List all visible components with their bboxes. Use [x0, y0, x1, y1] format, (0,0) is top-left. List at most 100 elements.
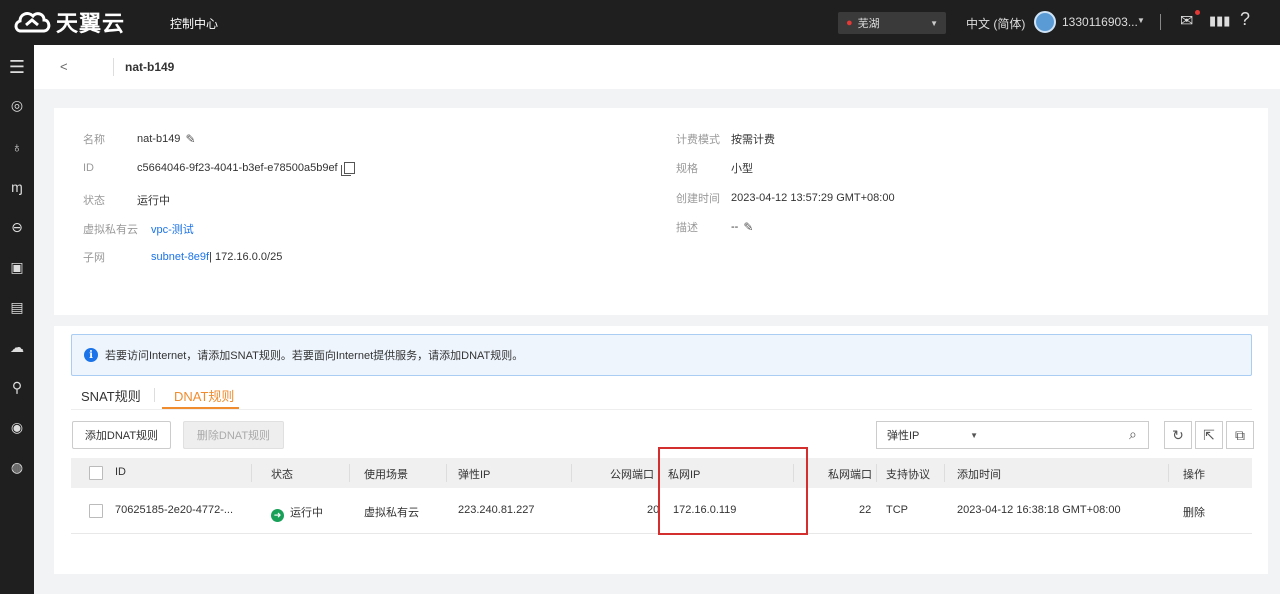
server-icon[interactable]: ▣	[0, 255, 34, 279]
stats-icon[interactable]: ▮▮▮	[1209, 13, 1230, 29]
col-scenario[interactable]: 使用场景	[364, 466, 408, 482]
id-row: ID c5664046-9f23-4041-b3ef-e78500a5b9ef	[83, 162, 355, 176]
column-divider	[571, 464, 572, 482]
menu-icon[interactable]: ☰	[0, 55, 34, 79]
add-dnat-rule-button[interactable]: 添加DNAT规则	[72, 421, 171, 449]
col-protocol[interactable]: 支持协议	[886, 466, 930, 482]
col-id[interactable]: ID	[115, 466, 126, 478]
description-value: --	[731, 221, 739, 233]
column-divider	[446, 464, 447, 482]
breadcrumb: < nat-b149	[34, 45, 1280, 89]
row-scenario: 虚拟私有云	[364, 507, 419, 519]
network-icon[interactable]: ♁	[0, 135, 34, 159]
refresh-button[interactable]: ↻	[1164, 421, 1192, 449]
security-icon[interactable]: ⚲	[0, 375, 34, 399]
col-public-port[interactable]: 公网端口	[610, 466, 654, 482]
name-value: nat-b149	[137, 133, 181, 145]
divider	[113, 58, 114, 76]
search-icon[interactable]: ⌕	[1129, 426, 1137, 443]
region-selector[interactable]: ● 芜湖 ▼	[838, 12, 946, 34]
tab-snat[interactable]: SNAT规则	[81, 386, 141, 405]
delete-dnat-rule-button[interactable]: 删除DNAT规则	[183, 421, 284, 449]
row-delete-link[interactable]: 删除	[1183, 504, 1205, 520]
divider	[1160, 14, 1161, 30]
cloud-icon[interactable]: ☁	[0, 335, 34, 359]
region-label: 芜湖	[857, 18, 880, 30]
edit-icon[interactable]: ✎	[185, 132, 195, 146]
row-eip: 223.240.81.227	[458, 504, 535, 516]
chevron-down-icon: ▼	[970, 430, 978, 440]
created-value: 2023-04-12 13:57:29 GMT+08:00	[731, 192, 895, 204]
cluster-icon[interactable]: ɱ	[0, 175, 34, 199]
info-notice: i 若要访问Internet，请添加SNAT规则。若要面向Internet提供服…	[71, 334, 1252, 376]
spec-row: 规格 小型	[676, 160, 753, 176]
row-protocol: TCP	[886, 504, 908, 516]
row-status: ➜ 运行中	[271, 504, 323, 522]
row-status-text: 运行中	[290, 507, 323, 519]
mail-icon[interactable]: ✉	[1180, 11, 1193, 31]
language-selector[interactable]: 中文 (简体)	[966, 15, 1025, 32]
disk-icon[interactable]: ⊖	[0, 215, 34, 239]
database-icon[interactable]: ◍	[0, 455, 34, 479]
subnet-link[interactable]: subnet-8e9f	[151, 251, 209, 263]
copy-icon[interactable]	[340, 162, 355, 176]
cloud-logo-icon	[14, 12, 51, 33]
row-checkbox[interactable]	[89, 504, 103, 518]
console-link[interactable]: 控制中心	[170, 15, 218, 32]
row-id: 70625185-2e20-4772-...	[115, 504, 234, 516]
vpc-row: 虚拟私有云 vpc-测试	[83, 221, 194, 237]
chevron-down-icon: ▼	[930, 18, 938, 28]
search-input[interactable]	[988, 421, 1149, 449]
nat-info-card: 名称 nat-b149 ✎ ID c5664046-9f23-4041-b3ef…	[54, 108, 1268, 315]
col-eip[interactable]: 弹性IP	[458, 466, 490, 482]
help-icon[interactable]: ?	[1240, 9, 1250, 30]
description-label: 描述	[676, 222, 698, 234]
column-divider	[349, 464, 350, 482]
running-status-icon: ➜	[271, 509, 284, 522]
billing-value: 按需计费	[731, 134, 775, 146]
private-ip-highlight	[658, 447, 808, 535]
tab-dnat[interactable]: DNAT规则	[174, 386, 234, 405]
col-private-port[interactable]: 私网端口	[828, 466, 872, 482]
status-label: 状态	[83, 195, 105, 207]
created-label: 创建时间	[676, 193, 720, 205]
chevron-down-icon[interactable]: ▼	[1137, 16, 1145, 25]
col-status[interactable]: 状态	[271, 466, 293, 482]
col-created[interactable]: 添加时间	[957, 466, 1001, 482]
notice-text: 若要访问Internet，请添加SNAT规则。若要面向Internet提供服务，…	[105, 350, 524, 362]
col-action: 操作	[1183, 469, 1205, 481]
storage-icon[interactable]: ◉	[0, 415, 34, 439]
filter-select[interactable]: 弹性IP ▼	[876, 421, 989, 449]
status-value: 运行中	[137, 195, 170, 207]
vpc-link[interactable]: vpc-测试	[151, 221, 194, 237]
subnet-label: 子网	[83, 252, 105, 264]
edit-icon[interactable]: ✎	[743, 220, 753, 234]
back-icon[interactable]: <	[60, 59, 68, 74]
select-all-checkbox[interactable]	[89, 466, 103, 480]
subnet-cidr: | 172.16.0.0/25	[209, 251, 283, 263]
user-account[interactable]: 1330116903...	[1062, 15, 1138, 29]
column-divider	[944, 464, 945, 482]
refresh-icon: ↻	[1172, 426, 1184, 443]
divider	[154, 388, 155, 402]
info-icon: i	[84, 348, 98, 362]
export-button[interactable]: ⇱	[1195, 421, 1223, 449]
billing-row: 计费模式 按需计费	[676, 131, 775, 147]
logo[interactable]: 天翼云	[12, 6, 125, 38]
subnet-row: 子网 subnet-8e9f | 172.16.0.0/25	[83, 249, 282, 265]
tab-bar-line	[71, 409, 1252, 410]
avatar[interactable]	[1034, 11, 1056, 33]
id-label: ID	[83, 162, 94, 174]
billing-label: 计费模式	[676, 134, 720, 146]
settings-button[interactable]: ⧉	[1226, 421, 1254, 449]
cloud-service-icon[interactable]: ◎	[0, 93, 34, 117]
document-icon[interactable]: ▤	[0, 295, 34, 319]
vpc-label: 虚拟私有云	[83, 224, 138, 236]
row-created: 2023-04-12 16:38:18 GMT+08:00	[957, 504, 1121, 516]
status-row: 状态 运行中	[83, 192, 170, 208]
column-divider	[251, 464, 252, 482]
created-row: 创建时间 2023-04-12 13:57:29 GMT+08:00	[676, 190, 895, 206]
spec-value: 小型	[731, 163, 753, 175]
column-divider	[876, 464, 877, 482]
spec-label: 规格	[676, 163, 698, 175]
